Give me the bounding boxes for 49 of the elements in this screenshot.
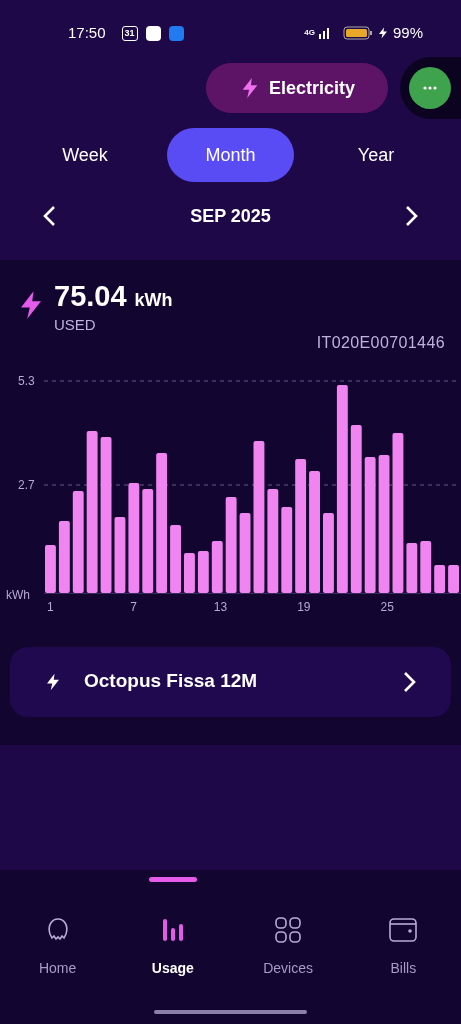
- usage-bar: [420, 540, 432, 593]
- tariff-name: Octopus Fissa 12M: [84, 669, 259, 694]
- period-label: SEP 2025: [190, 204, 271, 228]
- x-tick-label: 7: [130, 599, 138, 614]
- usage-bar: [448, 564, 459, 593]
- app-icon: [145, 25, 161, 41]
- more-button[interactable]: [409, 67, 451, 109]
- period-tab[interactable]: Month: [167, 128, 294, 182]
- period-tab[interactable]: Week: [40, 128, 130, 182]
- previous-icon[interactable]: [42, 205, 56, 227]
- nav-tab[interactable]: Home: [0, 870, 116, 1024]
- fuel-switch-button[interactable]: Electricity: [206, 63, 388, 113]
- more-icon: [423, 86, 437, 90]
- battery-icon: [342, 26, 373, 40]
- y-axis-label: kWh: [6, 587, 30, 602]
- meter-id: IT020E00701446: [316, 332, 445, 353]
- period-tab[interactable]: Year: [331, 128, 421, 182]
- usage-bar: [211, 540, 223, 593]
- android-icon: [168, 25, 184, 41]
- usage-bar: [170, 524, 181, 593]
- wallet-icon: [388, 916, 419, 944]
- chevron-right-icon: [403, 670, 417, 693]
- nav-tab[interactable]: Bills: [345, 870, 461, 1024]
- usage-caption: USED: [54, 315, 97, 335]
- grid-icon: [274, 916, 303, 944]
- x-tick-label: 1: [46, 599, 54, 614]
- usage-bar: [45, 544, 56, 593]
- usage-bar: [184, 552, 195, 593]
- usage-unit: kWh: [134, 289, 173, 312]
- usage-bar: [197, 550, 209, 593]
- y-tick-label: 2.7: [18, 477, 35, 492]
- clock: 17:50: [68, 22, 106, 43]
- charging-icon: [376, 26, 389, 40]
- usage-bar: [434, 564, 446, 593]
- nav-tab[interactable]: Devices: [230, 870, 346, 1024]
- active-indicator: [148, 877, 197, 882]
- signal-icon: [318, 27, 331, 39]
- battery-level: 99%: [392, 22, 423, 43]
- usage-bar: [406, 542, 418, 593]
- next-icon[interactable]: [405, 205, 419, 227]
- nav-tab[interactable]: Usage: [115, 870, 231, 1024]
- calendar-icon: 31: [121, 25, 138, 41]
- x-tick-label: 19: [297, 599, 311, 614]
- x-tick-label: 13: [213, 599, 228, 614]
- usage-value: 75.04: [54, 282, 127, 311]
- x-tick-label: 25: [380, 599, 394, 614]
- tariff-card[interactable]: Octopus Fissa 12M: [10, 646, 451, 717]
- y-tick-label: 5.3: [18, 373, 35, 388]
- network-type: 4G: [304, 29, 315, 37]
